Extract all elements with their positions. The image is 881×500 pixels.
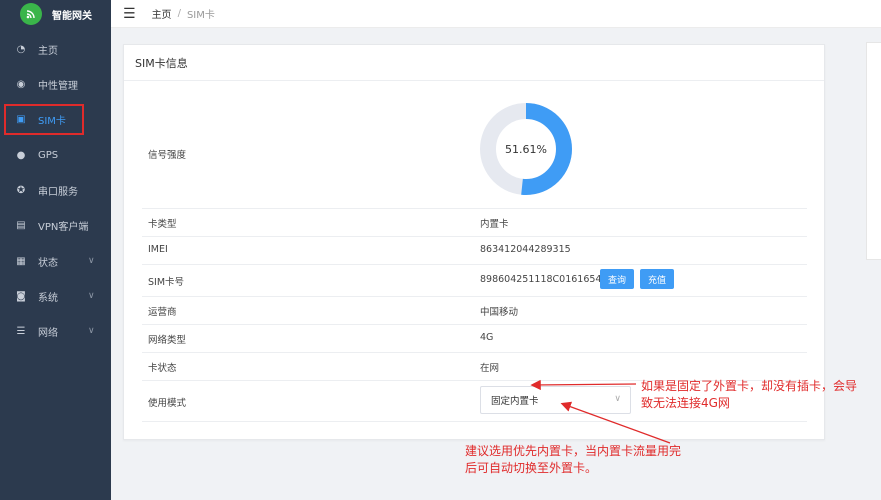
breadcrumb-separator: /	[177, 8, 181, 19]
row-value: 898604251118C0161654	[480, 274, 602, 285]
brand: 智能网关	[0, 0, 111, 28]
annotation-text: 如果是固定了外置卡，却没有插卡，会导	[641, 379, 858, 393]
sidebar-item-label: VPN客户端	[38, 221, 89, 233]
card-title: SIM卡信息	[124, 45, 824, 81]
highlight-box-sim	[4, 104, 84, 135]
annotation-text: 后可自动切换至外置卡。	[465, 461, 598, 475]
annotation-note-2: 建议选用优先内置卡，当内置卡流量用完 后可自动切换至外置卡。	[465, 443, 681, 477]
system-icon: ◙	[16, 290, 26, 302]
network-icon: ☰	[16, 325, 26, 337]
annotation-note-1: 如果是固定了外置卡，却没有插卡，会导 致无法连接4G网	[641, 378, 857, 412]
wifi-logo-icon	[20, 3, 42, 25]
sidebar-item-label: 系统	[38, 292, 58, 304]
serial-port-icon: ✪	[16, 184, 26, 196]
sidebar-item-label: 串口服务	[38, 186, 78, 198]
sidebar-item-home[interactable]: ◔ 主页	[0, 34, 111, 64]
eye-icon: ◉	[16, 78, 26, 90]
sidebar-item-label: 中性管理	[38, 80, 78, 92]
topbar: ☰ 主页 / SIM卡	[111, 0, 881, 28]
row-label: 运营商	[148, 307, 177, 318]
row-value: 内置卡	[480, 219, 509, 230]
divider	[142, 208, 807, 209]
sidebar-item-label: 状态	[38, 257, 58, 269]
sidebar-item-network[interactable]: ☰ 网络 ∨	[0, 316, 111, 346]
signal-value: 51.61%	[505, 142, 547, 156]
mode-select[interactable]: 固定内置卡 ∨	[480, 386, 631, 414]
chevron-down-icon: ∨	[88, 291, 95, 301]
row-label: SIM卡号	[148, 277, 185, 288]
annotation-text: 建议选用优先内置卡，当内置卡流量用完	[465, 444, 682, 458]
mode-select-value: 固定内置卡	[491, 396, 539, 407]
divider	[142, 352, 807, 353]
globe-icon: ●	[16, 149, 26, 161]
divider	[142, 236, 807, 237]
row-label: 卡状态	[148, 363, 177, 374]
annotation-text: 致无法连接4G网	[641, 396, 730, 410]
sidebar-item-label: 网络	[38, 327, 58, 339]
breadcrumb-current: SIM卡	[186, 10, 215, 21]
breadcrumb-home[interactable]: 主页	[152, 6, 172, 21]
row-value: 在网	[480, 363, 500, 374]
brand-name: 智能网关	[52, 10, 92, 22]
sidebar: 智能网关 ◔ 主页 ◉ 中性管理 ▣ SIM卡 ● GPS ✪ 串口服务 ▤ V…	[0, 0, 111, 500]
sidebar-item-system[interactable]: ◙ 系统 ∨	[0, 281, 111, 311]
chevron-down-icon: ∨	[88, 256, 95, 266]
sidebar-item-label: GPS	[38, 149, 59, 161]
row-value: 中国移动	[480, 307, 519, 318]
sidebar-item-serial[interactable]: ✪ 串口服务	[0, 175, 111, 205]
row-label: 网络类型	[148, 335, 187, 346]
row-label: IMEI	[148, 244, 168, 255]
recharge-button[interactable]: 充值	[640, 269, 675, 289]
sidebar-item-gps[interactable]: ● GPS	[0, 140, 111, 170]
chevron-down-icon: ∨	[88, 326, 95, 336]
sidebar-item-label: 主页	[38, 45, 58, 57]
row-value: 4G	[480, 332, 494, 343]
divider	[142, 421, 807, 422]
sidebar-item-vpn[interactable]: ▤ VPN客户端	[0, 210, 111, 240]
grid-icon: ▦	[16, 255, 26, 267]
vpn-icon: ▤	[16, 219, 26, 231]
menu-toggle-icon[interactable]: ☰	[123, 6, 136, 22]
divider	[142, 264, 807, 265]
dashboard-icon: ◔	[16, 43, 26, 55]
divider	[142, 296, 807, 297]
query-button[interactable]: 查询	[600, 269, 635, 289]
sidebar-item-neutral-management[interactable]: ◉ 中性管理	[0, 69, 111, 99]
side-panel-stub	[866, 42, 881, 260]
row-label: 卡类型	[148, 219, 177, 230]
divider	[142, 324, 807, 325]
signal-label: 信号强度	[148, 150, 187, 161]
sidebar-item-status[interactable]: ▦ 状态 ∨	[0, 246, 111, 276]
row-value: 863412044289315	[480, 244, 571, 255]
mode-label: 使用模式	[148, 398, 187, 409]
chevron-down-icon: ∨	[614, 394, 621, 404]
